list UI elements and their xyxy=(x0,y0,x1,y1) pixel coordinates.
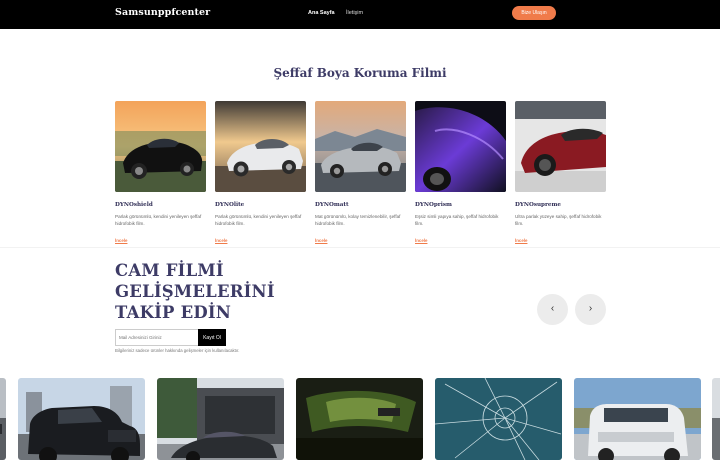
newsletter-headline: CAM FİLMİ GELİŞMELERİNİ TAKİP EDİN xyxy=(115,261,275,322)
product-review-link[interactable]: İncele xyxy=(215,238,227,243)
gallery-image-pickup-truck[interactable] xyxy=(18,378,145,460)
section-divider xyxy=(0,247,720,248)
contact-us-button[interactable]: Bize Ulaşın xyxy=(512,6,556,20)
email-input[interactable] xyxy=(115,329,199,346)
gallery-image-partial-left[interactable] xyxy=(0,378,6,460)
gallery-image-suv[interactable] xyxy=(574,378,701,460)
product-name: DYNOsupreme xyxy=(515,202,561,208)
ppf-products-section: Şeffaf Boya Koruma Filmi DYNOshield Parl… xyxy=(0,29,720,247)
subscribe-button[interactable]: Kayıt Ol xyxy=(198,329,226,346)
product-image xyxy=(115,101,206,192)
product-review-link[interactable]: İncele xyxy=(115,238,127,243)
chevron-left-icon: ‹ xyxy=(550,303,555,314)
gallery-image-sports-car[interactable] xyxy=(157,378,284,460)
product-card-dynosupreme[interactable]: DYNOsupreme Ultra parlak yüzeye sahip, ş… xyxy=(515,101,606,247)
product-description: Parlak görünümlü, kendini yenileyen şeff… xyxy=(115,214,202,227)
product-image xyxy=(515,101,606,192)
privacy-note: Bilgileriniz sadece ürünler hakkında gel… xyxy=(115,348,240,353)
product-review-link[interactable]: İncele xyxy=(315,238,327,243)
nav-link-contact[interactable]: İletişim xyxy=(346,10,363,16)
product-description: Ultra parlak yüzeye sahip, şeffaf hidrof… xyxy=(515,214,602,227)
product-review-link[interactable]: İncele xyxy=(515,238,527,243)
product-image xyxy=(415,101,506,192)
product-review-link[interactable]: İncele xyxy=(415,238,427,243)
product-image xyxy=(315,101,406,192)
gallery-image-cracked-glass[interactable] xyxy=(435,378,562,460)
product-description: Eşsiz simli yapıya sahip, şeffaf hidrofo… xyxy=(415,214,499,227)
carousel-next-button[interactable]: › xyxy=(575,294,606,325)
gallery-image-car-interior[interactable] xyxy=(296,378,423,460)
product-image xyxy=(215,101,306,192)
product-name: DYNOmatt xyxy=(315,202,349,208)
product-description: Parlak görünümlü, kendini yenileyen şeff… xyxy=(215,214,302,227)
product-card-dynoprism[interactable]: DYNOprism Eşsiz simli yapıya sahip, şeff… xyxy=(415,101,506,247)
product-description: Mat görünümlü, kolay temizlenebilir, şef… xyxy=(315,214,401,227)
newsletter-form: Kayıt Ol xyxy=(115,329,226,346)
product-card-dynomatt[interactable]: DYNOmatt Mat görünümlü, kolay temizleneb… xyxy=(315,101,406,247)
product-name: DYNOprism xyxy=(415,202,452,208)
chevron-right-icon: › xyxy=(588,303,593,314)
nav-link-home[interactable]: Ana Sayfa xyxy=(308,10,335,16)
gallery-image-partial-right[interactable] xyxy=(712,378,720,460)
product-card-dynoshield[interactable]: DYNOshield Parlak görünümlü, kendini yen… xyxy=(115,101,206,247)
brand-logo[interactable]: Samsunppfcenter xyxy=(115,7,210,18)
top-navbar: Samsunppfcenter Ana Sayfa İletişim Bize … xyxy=(0,0,720,29)
product-name: DYNOshield xyxy=(115,202,153,208)
carousel-prev-button[interactable]: ‹ xyxy=(537,294,568,325)
section-title: Şeffaf Boya Koruma Filmi xyxy=(273,66,447,80)
product-card-dynolite[interactable]: DYNOlite Parlak görünümlü, kendini yenil… xyxy=(215,101,306,247)
product-name: DYNOlite xyxy=(215,202,245,208)
